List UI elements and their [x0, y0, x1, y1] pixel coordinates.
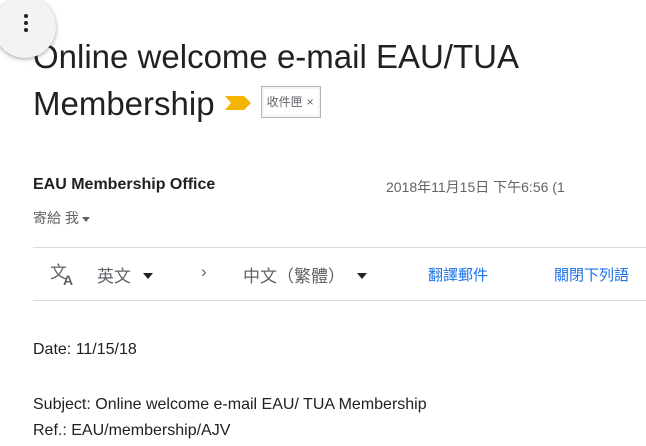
translate-bar: 文 A 英文 › 中文（繁體） 翻譯郵件 關閉下列語 — [33, 248, 646, 300]
body-subject-line: Subject: Online welcome e-mail EAU/ TUA … — [33, 396, 427, 413]
remove-label-icon[interactable]: × — [307, 89, 314, 115]
body-ref-line: Ref.: EAU/membership/AJV — [33, 422, 231, 439]
divider — [33, 300, 646, 301]
email-subject: Online welcome e-mail EAU/TUA Membership… — [33, 33, 633, 127]
chevron-down-icon — [81, 216, 90, 222]
label-chip-inbox: 收件匣 × — [260, 86, 321, 119]
translate-message-link[interactable]: 翻譯郵件 — [428, 264, 488, 285]
body-date-line: Date: 11/15/18 — [33, 341, 137, 358]
chevron-down-icon — [143, 273, 153, 280]
svg-text:A: A — [63, 272, 73, 286]
subject-line-2: Membership — [33, 85, 215, 122]
recipient-details-toggle[interactable]: 寄給 我 — [33, 208, 90, 228]
subject-line-1: Online welcome e-mail EAU/TUA — [33, 38, 519, 75]
more-vert-icon — [24, 14, 28, 34]
source-language-label: 英文 — [97, 267, 131, 286]
message-date: 2018年11月15日 下午6:56 (1 — [386, 179, 565, 195]
chevron-right-icon: › — [201, 262, 207, 281]
target-language-label: 中文（繁體） — [243, 267, 345, 286]
recipient-label: 寄給 我 — [33, 210, 79, 226]
label-chip-text: 收件匣 — [266, 95, 303, 110]
target-language-select[interactable]: 中文（繁體） — [243, 262, 367, 287]
source-language-select[interactable]: 英文 — [97, 262, 153, 287]
translate-icon: 文 A — [50, 263, 73, 286]
chevron-down-icon — [357, 273, 367, 280]
importance-marker-icon[interactable] — [224, 96, 251, 111]
sender-name[interactable]: EAU Membership Office — [33, 176, 215, 194]
close-translation-link[interactable]: 關閉下列語 — [554, 264, 629, 285]
email-view: Online welcome e-mail EAU/TUA Membership… — [0, 0, 646, 446]
